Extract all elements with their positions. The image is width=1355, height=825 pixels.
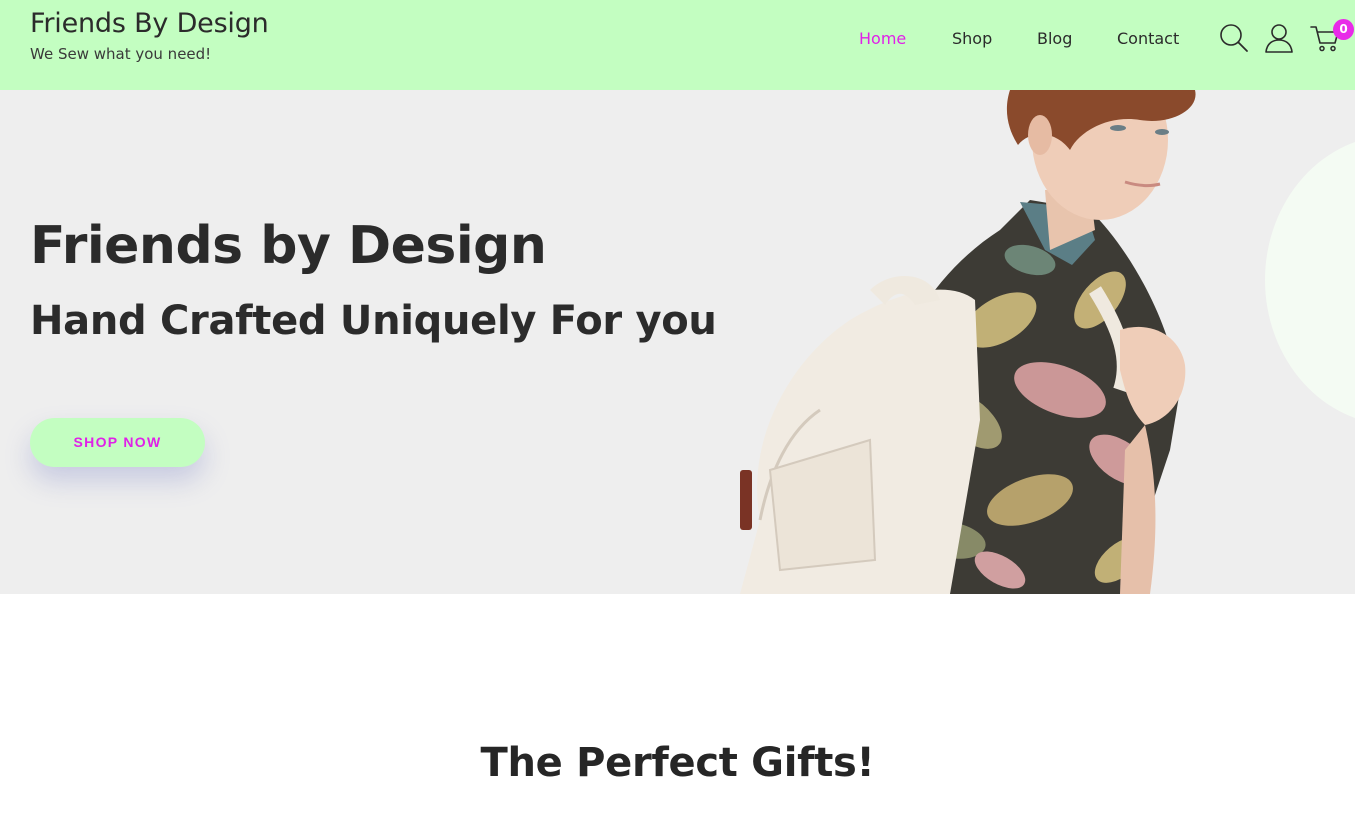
shop-now-button[interactable]: SHOP NOW bbox=[30, 418, 205, 467]
site-header: Friends By Design We Sew what you need! … bbox=[0, 0, 1355, 90]
hero-model-image bbox=[740, 90, 1196, 594]
brand[interactable]: Friends By Design We Sew what you need! bbox=[30, 8, 269, 63]
hero-banner: Friends by Design Hand Crafted Uniquely … bbox=[0, 90, 1355, 594]
nav-item-shop[interactable]: Shop bbox=[952, 29, 992, 48]
hero-title: Friends by Design bbox=[30, 216, 547, 276]
site-title[interactable]: Friends By Design bbox=[30, 8, 269, 39]
nav-item-home[interactable]: Home bbox=[859, 29, 906, 48]
hero-decorative-blob bbox=[1265, 135, 1355, 425]
user-icon[interactable] bbox=[1263, 22, 1295, 54]
site-tagline: We Sew what you need! bbox=[30, 45, 212, 63]
hero-subtitle: Hand Crafted Uniquely For you bbox=[30, 298, 717, 344]
nav-item-contact[interactable]: Contact bbox=[1117, 29, 1179, 48]
cart-count-badge: 0 bbox=[1333, 19, 1354, 40]
section-title: The Perfect Gifts! bbox=[480, 740, 875, 786]
nav-item-blog[interactable]: Blog bbox=[1037, 29, 1072, 48]
search-icon[interactable] bbox=[1218, 22, 1250, 54]
